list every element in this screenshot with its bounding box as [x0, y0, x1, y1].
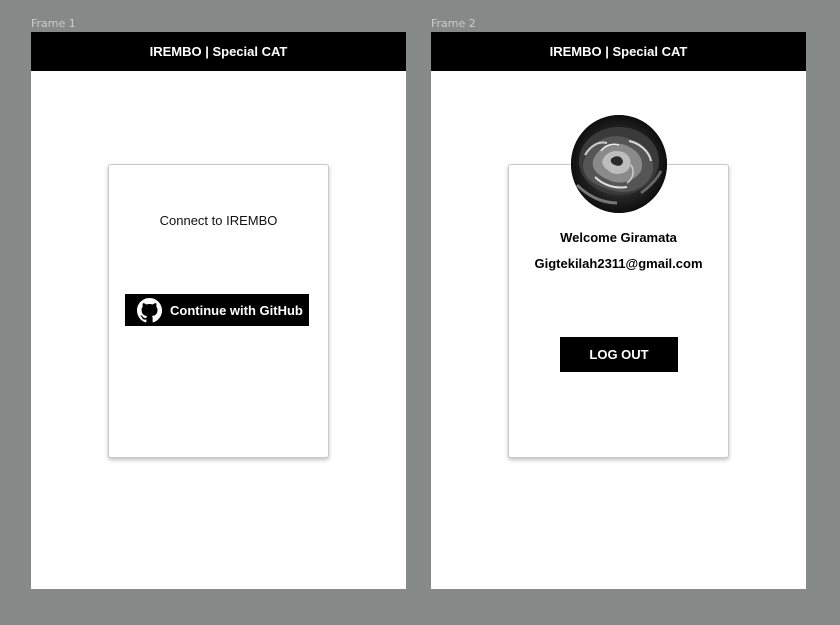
github-icon — [137, 297, 162, 323]
connect-heading: Connect to IREMBO — [159, 213, 278, 228]
welcome-text: Welcome Giramata — [560, 230, 677, 245]
rose-avatar-image — [571, 115, 667, 213]
frame-2-label: Frame 2 — [431, 17, 476, 30]
app-header: IREMBO | Special CAT — [31, 32, 406, 71]
continue-with-github-button[interactable]: Continue with GitHub — [125, 294, 309, 326]
app-title: IREMBO | Special CAT — [549, 44, 688, 59]
github-button-label: Continue with GitHub — [170, 302, 303, 318]
app-header: IREMBO | Special CAT — [431, 32, 806, 71]
logout-button[interactable]: LOG OUT — [560, 337, 678, 372]
avatar — [571, 115, 667, 213]
app-title: IREMBO | Special CAT — [149, 44, 288, 59]
frame-1-label: Frame 1 — [31, 17, 76, 30]
user-email: Gigtekilah2311@gmail.com — [534, 256, 703, 271]
frame-2-profile: IREMBO | Special CAT Welcome Giramata Gi… — [431, 32, 806, 589]
login-card: Connect to IREMBO Continue with GitHub — [108, 164, 329, 458]
frame-1-login: IREMBO | Special CAT Connect to IREMBO C… — [31, 32, 406, 589]
